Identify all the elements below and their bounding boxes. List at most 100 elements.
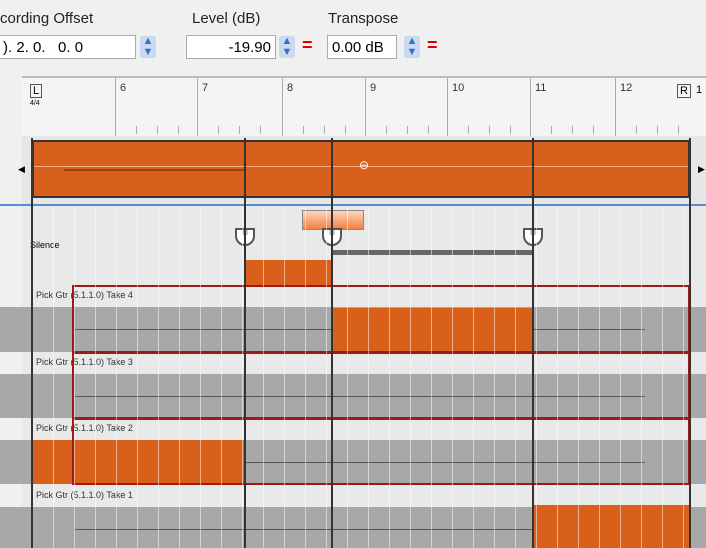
recording-offset-spinner[interactable]: ▲ ▼ bbox=[140, 36, 156, 58]
silence-bar bbox=[332, 250, 533, 255]
ruler-beat-tick bbox=[239, 126, 240, 134]
ruler-beat-tick bbox=[345, 126, 346, 134]
grid-line bbox=[578, 207, 579, 548]
grid-line bbox=[536, 207, 537, 548]
comp-boundary-line bbox=[532, 138, 534, 548]
grid-line bbox=[389, 207, 390, 548]
grid-line bbox=[200, 207, 201, 548]
scroll-right-icon[interactable]: ▶ bbox=[698, 164, 705, 175]
transpose-field[interactable]: 0.00 dB bbox=[327, 35, 397, 59]
ruler-beat-tick bbox=[678, 126, 679, 134]
level-link-button[interactable]: = bbox=[302, 35, 313, 56]
ruler-beat-tick bbox=[489, 126, 490, 134]
take-selection-box[interactable] bbox=[72, 285, 690, 353]
ruler-bar-number: 8 bbox=[287, 82, 294, 94]
comp-boundary-line bbox=[31, 138, 33, 548]
ruler-beat-tick bbox=[136, 126, 137, 134]
ruler-bar-number: 9 bbox=[370, 82, 377, 94]
transpose-link-button[interactable]: = bbox=[427, 35, 438, 56]
ruler-edge-number: 1 bbox=[696, 84, 703, 96]
silence-orange-block bbox=[245, 260, 332, 285]
grid-line bbox=[179, 207, 180, 548]
left-locator[interactable]: L bbox=[30, 84, 43, 98]
ruler-bar-line bbox=[530, 78, 531, 136]
comp-boundary-line bbox=[689, 138, 691, 548]
grid-line bbox=[137, 207, 138, 548]
recording-offset-field[interactable]: ). 2. 0. 0. 0 bbox=[0, 35, 136, 59]
ruler-bar-number: 6 bbox=[120, 82, 127, 94]
grid-line bbox=[683, 207, 684, 548]
take-selection-box[interactable] bbox=[72, 418, 690, 485]
ruler-bar-line bbox=[365, 78, 366, 136]
ruler-beat-tick bbox=[468, 126, 469, 134]
ruler-beat-tick bbox=[324, 126, 325, 134]
grid-line bbox=[557, 207, 558, 548]
grid-line bbox=[53, 207, 54, 548]
right-locator[interactable]: R bbox=[677, 84, 691, 98]
ruler-beat-tick bbox=[428, 126, 429, 134]
ruler-bar-line bbox=[447, 78, 448, 136]
ruler-bar-number: 10 bbox=[452, 82, 465, 94]
grid-line bbox=[263, 207, 264, 548]
crossfade-handle[interactable] bbox=[302, 210, 364, 230]
comp-boundary-line bbox=[331, 138, 333, 548]
grid-line bbox=[473, 207, 474, 548]
scroll-left-icon[interactable]: ◀ bbox=[18, 164, 25, 175]
ruler-beat-tick bbox=[260, 126, 261, 134]
ruler-beat-tick bbox=[303, 126, 304, 134]
grid-line bbox=[242, 207, 243, 548]
silence-lane-label: Silence bbox=[30, 240, 60, 250]
level-spinner[interactable]: ▲ ▼ bbox=[279, 36, 295, 58]
grid-line bbox=[452, 207, 453, 548]
grid-line bbox=[620, 207, 621, 548]
grid-line bbox=[221, 207, 222, 548]
grid-line bbox=[74, 207, 75, 548]
ruler-bar-line bbox=[615, 78, 616, 136]
ruler-bar-line bbox=[115, 78, 116, 136]
ruler-beat-tick bbox=[178, 126, 179, 134]
take-selection-box[interactable] bbox=[72, 352, 690, 419]
grid-line bbox=[284, 207, 285, 548]
grid-line bbox=[599, 207, 600, 548]
comp-boundary-line bbox=[244, 138, 246, 548]
ruler-bar-number: 7 bbox=[202, 82, 209, 94]
grid-line bbox=[368, 207, 369, 548]
transpose-spinner[interactable]: ▲ ▼ bbox=[404, 36, 420, 58]
grid-line bbox=[662, 207, 663, 548]
time-signature: 4/4 bbox=[30, 100, 40, 107]
ruler-beat-tick bbox=[218, 126, 219, 134]
ruler-beat-tick bbox=[593, 126, 594, 134]
grid-line bbox=[410, 207, 411, 548]
ruler-beat-tick bbox=[636, 126, 637, 134]
ruler-beat-tick bbox=[510, 126, 511, 134]
ruler-bar-line bbox=[197, 78, 198, 136]
take-label: Pick Gtr (5.1.1.0) Take 1 bbox=[36, 490, 133, 500]
grid-line bbox=[95, 207, 96, 548]
ruler-bar-line bbox=[282, 78, 283, 136]
grid-line bbox=[641, 207, 642, 548]
recording-offset-label: cording Offset bbox=[0, 10, 94, 27]
ruler-bar-number: 11 bbox=[535, 82, 547, 94]
level-label: Level (dB) bbox=[192, 10, 261, 27]
grid-line bbox=[305, 207, 306, 548]
ruler-bar-number: 12 bbox=[620, 82, 633, 94]
transpose-label: Transpose bbox=[328, 10, 399, 27]
level-handle-icon[interactable]: ⊖ bbox=[359, 158, 369, 172]
ruler-beat-tick bbox=[407, 126, 408, 134]
ruler-beat-tick bbox=[551, 126, 552, 134]
comp-track[interactable]: ⊖ ◀ ▶ bbox=[18, 136, 706, 204]
grid-line bbox=[158, 207, 159, 548]
ruler-beat-tick bbox=[572, 126, 573, 134]
timeline-ruler[interactable]: L 4/4 R 1 6 7 8 9 10 11 12 bbox=[22, 76, 706, 137]
grid-line bbox=[326, 207, 327, 548]
grid-line bbox=[347, 207, 348, 548]
grid-line bbox=[116, 207, 117, 548]
grid-line bbox=[431, 207, 432, 548]
comp-region[interactable]: ⊖ bbox=[32, 140, 690, 198]
ruler-beat-tick bbox=[657, 126, 658, 134]
ruler-beat-tick bbox=[386, 126, 387, 134]
grid-line bbox=[494, 207, 495, 548]
level-field[interactable]: -19.90 bbox=[186, 35, 276, 59]
grid-line bbox=[515, 207, 516, 548]
ruler-beat-tick bbox=[157, 126, 158, 134]
